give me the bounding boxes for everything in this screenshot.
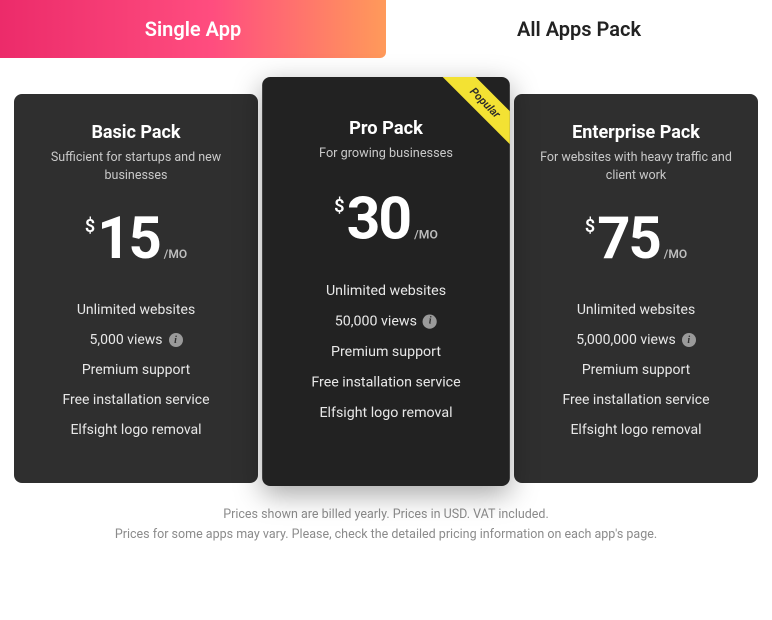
feature-text: 5,000,000 views	[576, 332, 675, 348]
feature-text: Premium support	[331, 343, 441, 359]
feature-text: Premium support	[582, 362, 690, 378]
price: $ 30 /MO	[280, 189, 491, 248]
feature-item: Elfsight logo removal	[280, 404, 491, 420]
pricing-tabs: Single App All Apps Pack	[0, 0, 772, 58]
footnote-line: Prices for some apps may vary. Please, c…	[40, 525, 732, 545]
feature-item: 5,000 views i	[32, 332, 240, 348]
feature-item: Free installation service	[532, 392, 740, 408]
feature-text: Free installation service	[562, 392, 709, 408]
footnote-line: Prices shown are billed yearly. Prices i…	[40, 505, 732, 525]
feature-list: Unlimited websites 5,000,000 views i Prem…	[532, 302, 740, 438]
feature-item: Unlimited websites	[280, 283, 491, 299]
feature-text: Unlimited websites	[326, 283, 446, 299]
feature-text: Elfsight logo removal	[70, 422, 201, 438]
plan-tagline: For growing businesses	[280, 145, 491, 163]
price-currency: $	[585, 216, 595, 237]
price-amount: 30	[347, 189, 411, 248]
feature-item: Elfsight logo removal	[532, 422, 740, 438]
feature-item: Free installation service	[280, 374, 491, 390]
feature-text: Unlimited websites	[77, 302, 195, 318]
feature-item: 50,000 views i	[280, 313, 491, 329]
price-period: /MO	[164, 247, 187, 261]
feature-text: 5,000 views	[89, 332, 162, 348]
feature-list: Unlimited websites 5,000 views i Premium …	[32, 302, 240, 438]
feature-text: 50,000 views	[335, 313, 417, 329]
pricing-footnote: Prices shown are billed yearly. Prices i…	[0, 505, 772, 545]
info-icon[interactable]: i	[423, 314, 437, 328]
price-amount: 15	[97, 210, 160, 268]
feature-item: Premium support	[532, 362, 740, 378]
popular-ribbon: Popular	[435, 77, 510, 153]
price-amount: 75	[597, 210, 660, 268]
plan-name: Enterprise Pack	[532, 122, 740, 143]
plan-pro: Popular Pro Pack For growing businesses …	[262, 77, 510, 486]
feature-item: Free installation service	[32, 392, 240, 408]
feature-text: Premium support	[82, 362, 190, 378]
feature-item: Premium support	[280, 343, 491, 359]
plan-enterprise: Enterprise Pack For websites with heavy …	[514, 94, 758, 483]
feature-item: Elfsight logo removal	[32, 422, 240, 438]
price-period: /MO	[414, 227, 438, 241]
info-icon[interactable]: i	[682, 333, 696, 347]
feature-text: Unlimited websites	[577, 302, 695, 318]
plan-tagline: For websites with heavy traffic and clie…	[532, 149, 740, 184]
tab-single-app[interactable]: Single App	[0, 0, 386, 58]
feature-item: Unlimited websites	[532, 302, 740, 318]
price-period: /MO	[664, 247, 687, 261]
plan-basic: Basic Pack Sufficient for startups and n…	[14, 94, 258, 483]
tab-all-apps[interactable]: All Apps Pack	[386, 0, 772, 58]
price-currency: $	[85, 216, 95, 237]
plan-name: Basic Pack	[32, 122, 240, 143]
feature-list: Unlimited websites 50,000 views i Premium…	[280, 283, 491, 421]
feature-item: Unlimited websites	[32, 302, 240, 318]
feature-text: Elfsight logo removal	[319, 404, 452, 420]
feature-text: Elfsight logo removal	[570, 422, 701, 438]
price: $ 15 /MO	[32, 210, 240, 268]
plan-name: Pro Pack	[280, 118, 491, 139]
feature-item: 5,000,000 views i	[532, 332, 740, 348]
price: $ 75 /MO	[532, 210, 740, 268]
feature-text: Free installation service	[62, 392, 209, 408]
feature-item: Premium support	[32, 362, 240, 378]
info-icon[interactable]: i	[169, 333, 183, 347]
plans-row: Basic Pack Sufficient for startups and n…	[0, 94, 772, 483]
feature-text: Free installation service	[311, 374, 460, 390]
price-currency: $	[334, 195, 344, 216]
plan-tagline: Sufficient for startups and new business…	[32, 149, 240, 184]
